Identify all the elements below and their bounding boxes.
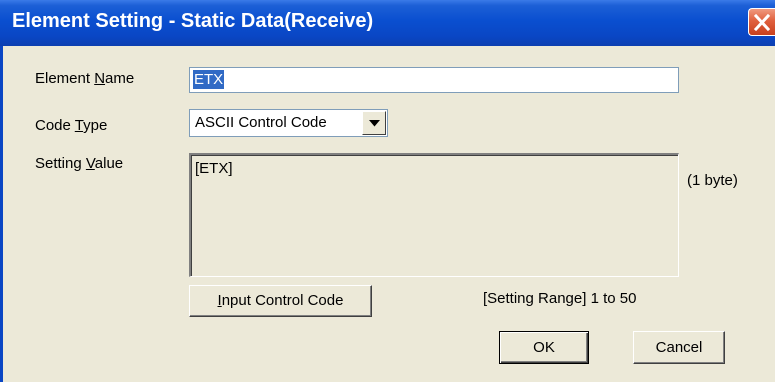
setting-range-text: [Setting Range] 1 to 50 [483,290,637,307]
ok-button[interactable]: OK [499,331,589,364]
code-type-dropdown-button[interactable] [362,111,386,135]
window-frame-left [0,46,3,382]
element-name-field[interactable]: ETX [189,67,679,93]
element-name-label: Element Name [35,70,135,87]
element-setting-dialog: Element Setting - Static Data(Receive) E… [0,0,775,382]
window-title: Element Setting - Static Data(Receive) [12,10,374,32]
input-control-code-button[interactable]: Input Control Code [189,285,372,317]
code-type-label: Code Type [35,117,108,134]
element-name-value: ETX [193,70,225,89]
setting-value-text: [ETX] [195,160,233,177]
cancel-button[interactable]: Cancel [633,331,725,364]
code-type-selected-value: ASCII Control Code [195,114,327,131]
close-button[interactable] [748,8,775,36]
chevron-down-icon [369,120,380,127]
setting-value-label: Setting Value [35,155,124,172]
setting-value-area: [ETX] [189,153,679,277]
title-bar[interactable]: Element Setting - Static Data(Receive) [0,0,775,46]
close-icon [753,14,771,31]
byte-count-text: (1 byte) [687,172,738,189]
code-type-select[interactable]: ASCII Control Code [189,109,388,137]
